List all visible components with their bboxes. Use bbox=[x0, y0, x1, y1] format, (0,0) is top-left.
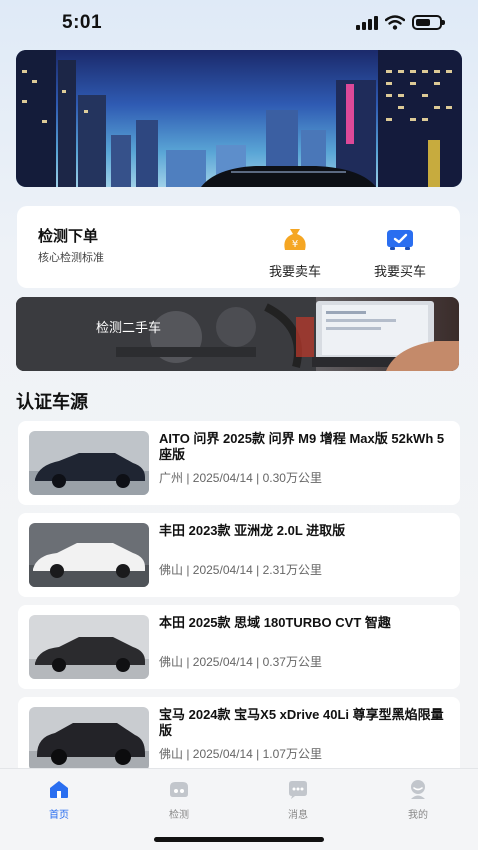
buy-car-label: 我要买车 bbox=[373, 264, 426, 279]
home-indicator[interactable] bbox=[154, 837, 324, 842]
car-meta: 佛山 | 2025/04/14 | 2.31万公里 bbox=[159, 563, 322, 577]
tab-home[interactable]: 首页 bbox=[29, 779, 89, 821]
signal-icon bbox=[356, 15, 378, 30]
inspect-icon bbox=[170, 782, 188, 797]
wifi-icon bbox=[385, 15, 405, 30]
status-bar: 5:01 bbox=[0, 0, 478, 46]
car-meta: 佛山 | 2025/04/14 | 0.37万公里 bbox=[159, 655, 322, 669]
message-icon bbox=[289, 781, 307, 799]
car-meta: 广州 | 2025/04/14 | 0.30万公里 bbox=[159, 471, 322, 485]
svg-text:¥: ¥ bbox=[292, 239, 298, 250]
car-list-item[interactable]: AITO 问界 2025款 问界 M9 增程 Max版 52kWh 5座版 广州… bbox=[18, 421, 460, 505]
inspect-banner-title: 检测二手车 bbox=[96, 320, 162, 335]
status-icons bbox=[356, 15, 445, 30]
inspect-used-car-banner[interactable]: 检测二手车 bbox=[16, 297, 459, 371]
sell-car-button[interactable]: ¥ 我要卖车 bbox=[260, 226, 330, 280]
status-time: 5:01 bbox=[62, 12, 103, 33]
car-thumbnail bbox=[29, 431, 149, 495]
money-bag-icon: ¥ bbox=[284, 229, 306, 250]
hero-banner[interactable] bbox=[16, 50, 462, 187]
battery-icon bbox=[412, 15, 445, 30]
sell-car-label: 我要卖车 bbox=[268, 264, 321, 279]
home-icon bbox=[50, 781, 68, 798]
profile-icon bbox=[411, 780, 425, 799]
car-list-item[interactable]: 丰田 2023款 亚洲龙 2.0L 进取版 佛山 | 2025/04/14 | … bbox=[18, 513, 460, 597]
car-meta: 佛山 | 2025/04/14 | 1.07万公里 bbox=[159, 747, 322, 761]
buy-car-button[interactable]: 我要买车 bbox=[365, 226, 435, 280]
tab-messages-label: 消息 bbox=[288, 810, 308, 821]
order-card-subtitle: 核心检测标准 bbox=[38, 252, 104, 264]
car-check-icon bbox=[387, 230, 413, 250]
car-title: AITO 问界 2025款 问界 M9 增程 Max版 52kWh 5座版 bbox=[159, 431, 445, 462]
car-list-item[interactable]: 本田 2025款 思域 180TURBO CVT 智趣 佛山 | 2025/04… bbox=[18, 605, 460, 689]
tab-inspect[interactable]: 检测 bbox=[149, 779, 209, 821]
tab-profile-label: 我的 bbox=[408, 810, 428, 821]
car-thumbnail bbox=[29, 707, 149, 771]
car-title: 丰田 2023款 亚洲龙 2.0L 进取版 bbox=[159, 523, 346, 538]
certified-cars-title: 认证车源 bbox=[16, 392, 88, 412]
tab-inspect-label: 检测 bbox=[169, 810, 189, 821]
city-night-illustration bbox=[16, 50, 462, 187]
car-thumbnail bbox=[29, 615, 149, 679]
tab-home-label: 首页 bbox=[49, 810, 69, 821]
car-title: 本田 2025款 思域 180TURBO CVT 智趣 bbox=[159, 615, 391, 630]
car-title: 宝马 2024款 宝马X5 xDrive 40Li 尊享型黑焰限量版 bbox=[159, 707, 444, 738]
tab-profile[interactable]: 我的 bbox=[388, 779, 448, 821]
inspection-order-card: 检测下单 核心检测标准 ¥ 我要卖车 我要买车 bbox=[17, 206, 460, 288]
engine-illustration bbox=[16, 297, 459, 371]
tab-messages[interactable]: 消息 bbox=[268, 779, 328, 821]
car-thumbnail bbox=[29, 523, 149, 587]
order-card-title: 检测下单 bbox=[38, 228, 99, 245]
